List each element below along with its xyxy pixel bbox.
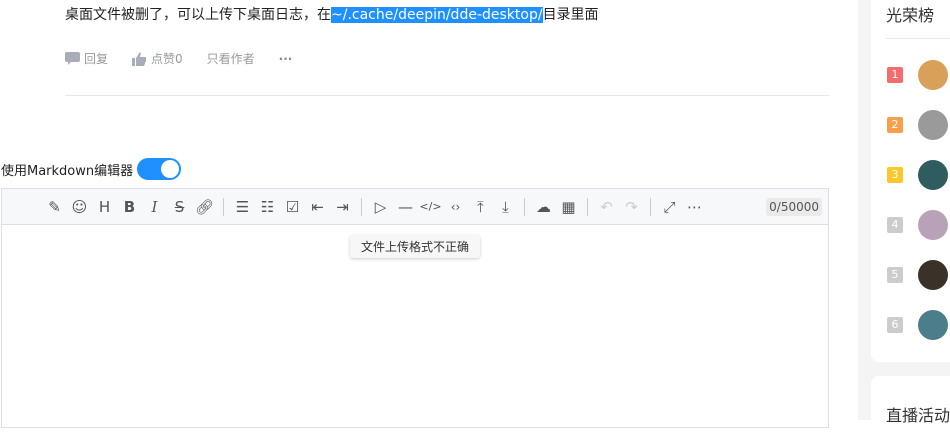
more-button[interactable]: ··· xyxy=(279,52,293,66)
bullet-list-icon[interactable]: ☰ xyxy=(230,197,255,217)
upload-icon[interactable]: ☁ xyxy=(531,197,556,217)
rank-badge: 3 xyxy=(887,167,903,183)
fullscreen-icon[interactable]: ⤢ xyxy=(657,197,682,217)
horizontal-rule-icon[interactable]: — xyxy=(393,197,418,217)
edit-icon[interactable]: ✎ xyxy=(42,197,67,217)
inline-code-icon[interactable]: ‹› xyxy=(443,197,468,217)
undo-icon[interactable]: ↶ xyxy=(594,197,619,217)
separator xyxy=(587,197,588,216)
quote-icon[interactable]: ▷ xyxy=(368,197,393,217)
avatar[interactable] xyxy=(918,110,948,140)
markdown-toggle[interactable] xyxy=(137,158,182,180)
leaderboard-card: 光荣榜 1 2 3 4 5 6 xyxy=(871,0,950,362)
sidebar: 光荣榜 1 2 3 4 5 6 直播活动 xyxy=(858,0,950,436)
live-title: 直播活动 xyxy=(886,406,950,425)
separator xyxy=(650,197,651,216)
editor-toolbar: ✎ ☺ H B I S 🔗︎ ☰ ☷ ☑ ⇤ ⇥ ▷ — </> ‹› ⤒ ⤓ … xyxy=(2,189,828,225)
link-icon[interactable]: 🔗︎ xyxy=(192,197,217,217)
bold-icon[interactable]: B xyxy=(117,197,142,217)
insert-before-icon[interactable]: ⤒ xyxy=(468,197,493,217)
outdent-icon[interactable]: ⇤ xyxy=(305,197,330,217)
reply-content: 桌面文件被删了，可以上传下桌面日志，在~/.cache/deepin/dde-d… xyxy=(65,4,599,26)
reply-text: 桌面文件被删了，可以上传下桌面日志，在 xyxy=(65,7,331,23)
reply-label: 回复 xyxy=(84,52,109,66)
avatar[interactable] xyxy=(918,160,948,190)
more-options-icon[interactable]: ⋯ xyxy=(682,197,707,217)
markdown-toggle-row: 使用Markdown编辑器 xyxy=(1,158,182,180)
live-card: 直播活动 xyxy=(871,376,950,436)
upload-error-tooltip: 文件上传格式不正确 xyxy=(350,235,481,258)
checklist-icon[interactable]: ☑ xyxy=(280,197,305,217)
indent-icon[interactable]: ⇥ xyxy=(330,197,355,217)
like-button[interactable]: 点赞0 xyxy=(132,50,183,67)
markdown-editor[interactable]: ✎ ☺ H B I S 🔗︎ ☰ ☷ ☑ ⇤ ⇥ ▷ — </> ‹› ⤒ ⤓ … xyxy=(1,188,829,428)
insert-after-icon[interactable]: ⤓ xyxy=(493,197,518,217)
author-only-button[interactable]: 只看作者 xyxy=(207,50,255,67)
more-icon: ··· xyxy=(278,51,293,66)
strikethrough-icon[interactable]: S xyxy=(167,197,192,217)
emoji-icon[interactable]: ☺ xyxy=(67,197,92,217)
leaderboard-title: 光荣榜 xyxy=(886,6,935,25)
author-only-label: 只看作者 xyxy=(206,52,255,66)
reply-text-end: 目录里面 xyxy=(542,7,599,23)
reply-button[interactable]: 回复 xyxy=(65,50,108,67)
comment-icon xyxy=(65,52,80,65)
italic-icon[interactable]: I xyxy=(142,197,167,217)
rank-badge: 6 xyxy=(887,317,903,333)
avatar[interactable] xyxy=(918,60,948,90)
divider xyxy=(886,38,950,39)
char-count: 0/50000 xyxy=(766,197,822,216)
separator xyxy=(223,197,224,216)
redo-icon[interactable]: ↷ xyxy=(619,197,644,217)
rank-badge: 1 xyxy=(887,67,903,83)
avatar[interactable] xyxy=(918,260,948,290)
separator xyxy=(361,197,362,216)
markdown-label: 使用Markdown编辑器 xyxy=(1,163,134,179)
divider xyxy=(65,95,829,96)
heading-icon[interactable]: H xyxy=(92,197,117,217)
separator xyxy=(524,197,525,216)
like-label: 点赞0 xyxy=(151,52,183,66)
rank-badge: 5 xyxy=(887,267,903,283)
avatar[interactable] xyxy=(918,210,948,240)
post-area: 桌面文件被删了，可以上传下桌面日志，在~/.cache/deepin/dde-d… xyxy=(0,0,858,428)
thumbs-up-icon xyxy=(132,51,147,66)
ordered-list-icon[interactable]: ☷ xyxy=(255,197,280,217)
avatar[interactable] xyxy=(918,310,948,340)
rank-badge: 2 xyxy=(887,117,903,133)
rank-badge: 4 xyxy=(887,217,903,233)
table-icon[interactable]: ▦ xyxy=(556,197,581,217)
code-block-icon[interactable]: </> xyxy=(418,197,443,217)
reply-actions: 回复 点赞0 只看作者 ··· xyxy=(65,50,316,67)
selected-path: ~/.cache/deepin/dde-desktop/ xyxy=(331,7,543,23)
